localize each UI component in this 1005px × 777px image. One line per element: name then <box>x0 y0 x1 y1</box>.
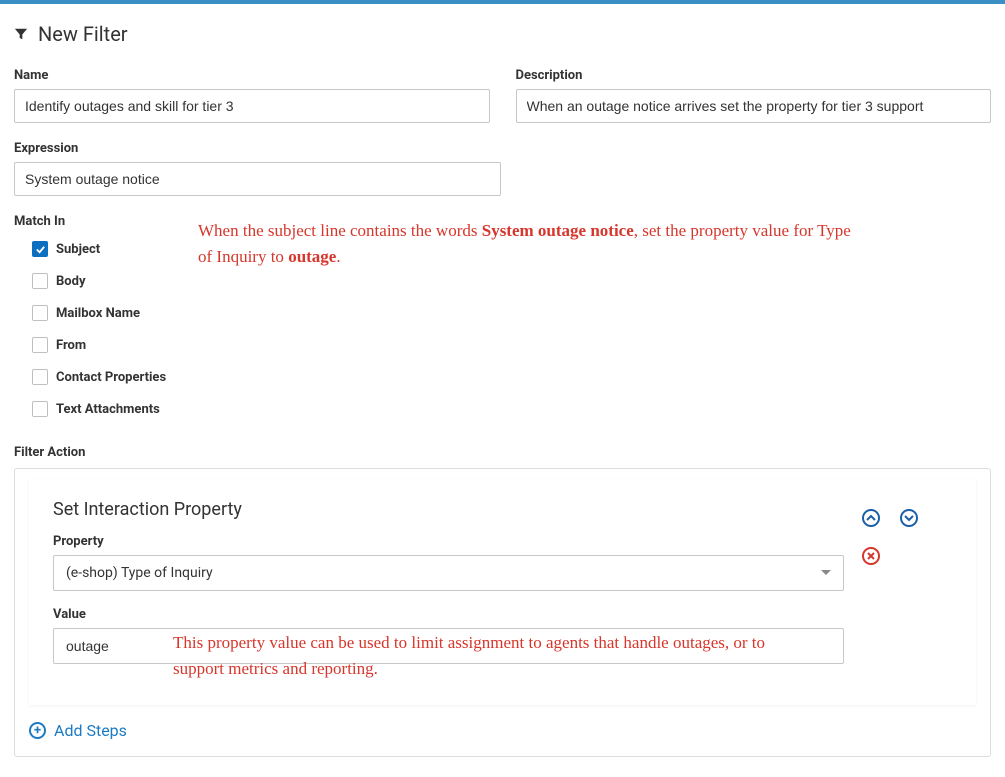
description-label: Description <box>516 68 992 83</box>
checkbox-from[interactable] <box>32 337 48 353</box>
delete-step-button[interactable] <box>862 547 880 565</box>
match-in-option: Mailbox Name <box>32 305 184 321</box>
name-input[interactable] <box>14 89 490 123</box>
checkbox-label: Contact Properties <box>56 370 166 385</box>
filter-action-panel: Set Interaction Property Property (e-sho… <box>14 468 991 757</box>
value-label: Value <box>53 607 844 622</box>
step-title: Set Interaction Property <box>53 499 844 520</box>
checkbox-body[interactable] <box>32 273 48 289</box>
match-in-label: Match In <box>14 214 184 229</box>
add-steps-label: Add Steps <box>54 721 127 740</box>
page-title-row: New Filter <box>14 22 991 46</box>
property-select-value: (e-shop) Type of Inquiry <box>66 565 213 581</box>
checkbox-label: Subject <box>56 242 100 257</box>
property-select[interactable]: (e-shop) Type of Inquiry <box>53 555 844 591</box>
match-in-option: Body <box>32 273 184 289</box>
checkbox-label: Body <box>56 274 86 289</box>
move-down-button[interactable] <box>900 509 918 527</box>
checkbox-label: Text Attachments <box>56 402 160 417</box>
expression-label: Expression <box>14 141 501 156</box>
filter-action-label: Filter Action <box>14 445 991 460</box>
checkbox-text-attachments[interactable] <box>32 401 48 417</box>
value-input[interactable] <box>53 628 844 664</box>
property-label: Property <box>53 534 844 549</box>
annotation-top: When the subject line contains the words… <box>198 214 858 271</box>
match-in-option: From <box>32 337 184 353</box>
name-label: Name <box>14 68 490 83</box>
checkbox-label: From <box>56 338 86 353</box>
step-card: Set Interaction Property Property (e-sho… <box>29 479 976 705</box>
add-steps-button[interactable]: + Add Steps <box>29 721 127 740</box>
match-in-option: Text Attachments <box>32 401 184 417</box>
plus-circle-icon: + <box>29 722 46 739</box>
move-up-button[interactable] <box>862 509 880 527</box>
checkbox-label: Mailbox Name <box>56 306 140 321</box>
checkbox-subject[interactable] <box>32 241 48 257</box>
match-in-option: Subject <box>32 241 184 257</box>
checkbox-contact-properties[interactable] <box>32 369 48 385</box>
description-input[interactable] <box>516 89 992 123</box>
expression-input[interactable] <box>14 162 501 196</box>
chevron-down-icon <box>821 568 831 579</box>
match-in-option: Contact Properties <box>32 369 184 385</box>
page-title: New Filter <box>38 22 128 46</box>
accent-bar <box>0 0 1005 4</box>
checkbox-mailbox-name[interactable] <box>32 305 48 321</box>
filter-icon <box>14 27 28 41</box>
